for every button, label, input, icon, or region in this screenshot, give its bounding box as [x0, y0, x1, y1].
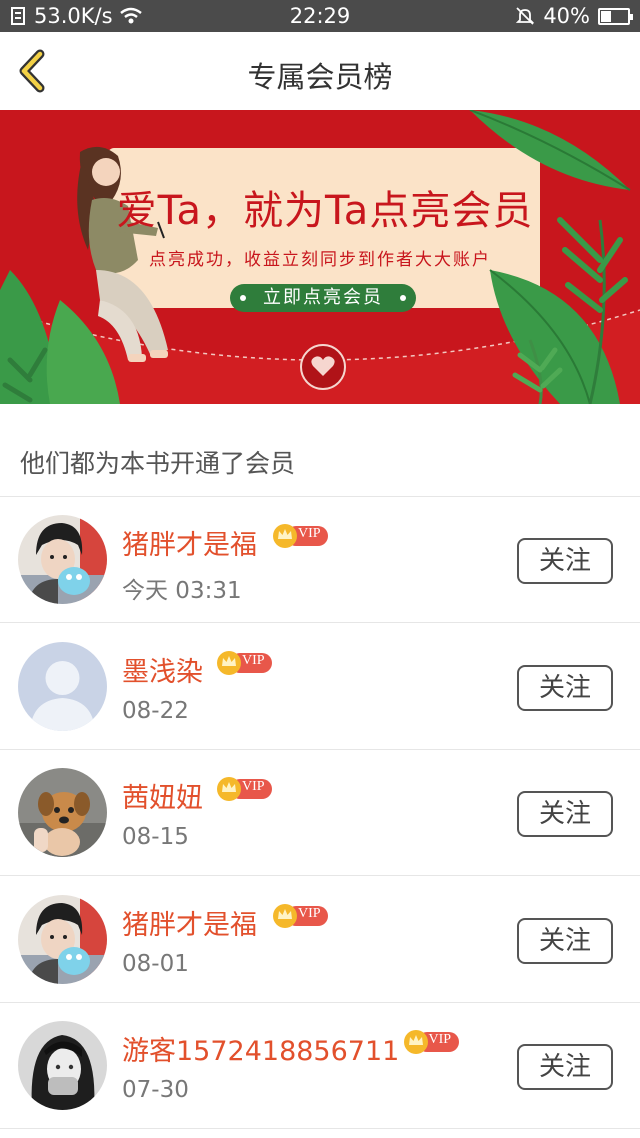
member-name[interactable]: 游客1572418856711	[122, 1029, 399, 1068]
vip-badge-label: VIP	[298, 526, 321, 541]
nav-bar: 专属会员榜	[0, 32, 640, 110]
vip-badge-label: VIP	[298, 905, 321, 921]
member-date: 今天 03:31	[122, 578, 242, 604]
avatar[interactable]	[18, 894, 107, 984]
member-date: 08-15	[122, 824, 189, 850]
member-row[interactable]: 茜妞妞 VIP 08-15 关注	[0, 750, 640, 876]
follow-button[interactable]: 关注	[517, 1044, 613, 1090]
member-date: 08-22	[122, 697, 189, 724]
battery-percent: 40%	[543, 4, 590, 28]
vip-badge-icon: VIP	[216, 650, 274, 675]
member-name[interactable]: 墨浅染	[122, 650, 203, 689]
member-row[interactable]: 墨浅染 VIP 08-22 关注	[0, 624, 640, 750]
member-date: 07-30	[122, 1077, 189, 1103]
member-row[interactable]: 游客1572418856711 VIP 07-30 关注	[0, 1003, 640, 1129]
member-row[interactable]: 猪胖才是福 VIP 08-01 关注	[0, 877, 640, 1003]
follow-button[interactable]: 关注	[517, 538, 613, 584]
member-name[interactable]: 茜妞妞	[122, 776, 203, 815]
mute-icon	[516, 7, 535, 25]
vip-badge-icon: VIP	[216, 776, 274, 801]
vip-badge-icon: VIP	[272, 903, 330, 928]
avatar[interactable]	[18, 641, 107, 731]
banner-title: 爱Ta，就为Ta点亮会员	[116, 188, 534, 234]
follow-button[interactable]: 关注	[517, 917, 613, 964]
vip-badge-label: VIP	[428, 1032, 452, 1047]
member-name[interactable]: 猪胖才是福	[122, 523, 257, 562]
avatar[interactable]	[18, 515, 107, 604]
member-row[interactable]: 猪胖才是福 VIP 今天 03:31 关注	[0, 497, 640, 623]
avatar[interactable]	[18, 768, 107, 857]
battery-icon	[598, 7, 633, 25]
vip-badge-icon: VIP	[272, 523, 330, 548]
follow-button[interactable]: 关注	[517, 791, 613, 837]
status-bar: 53.0K/s 22:29 40%	[0, 0, 640, 32]
banner-subtitle: 点亮成功，收益立刻同步到作者大大账户	[149, 250, 491, 270]
follow-button[interactable]: 关注	[517, 664, 613, 711]
vip-badge-label: VIP	[242, 652, 265, 668]
light-up-vip-button[interactable]: 立即点亮会员	[230, 284, 416, 312]
status-right: 40%	[515, 4, 633, 28]
avatar[interactable]	[18, 1021, 107, 1110]
divider	[0, 1128, 640, 1129]
member-name[interactable]: 猪胖才是福	[122, 903, 257, 942]
vip-badge-icon: VIP	[403, 1029, 461, 1054]
section-title: 他们都为本书开通了会员	[20, 449, 296, 478]
vip-badge-label: VIP	[242, 779, 265, 794]
page-title: 专属会员榜	[247, 60, 393, 94]
member-date: 08-01	[122, 950, 189, 977]
promo-banner[interactable]: 爱Ta，就为Ta点亮会员 点亮成功，收益立刻同步到作者大大账户 立即点亮会员	[0, 110, 640, 404]
